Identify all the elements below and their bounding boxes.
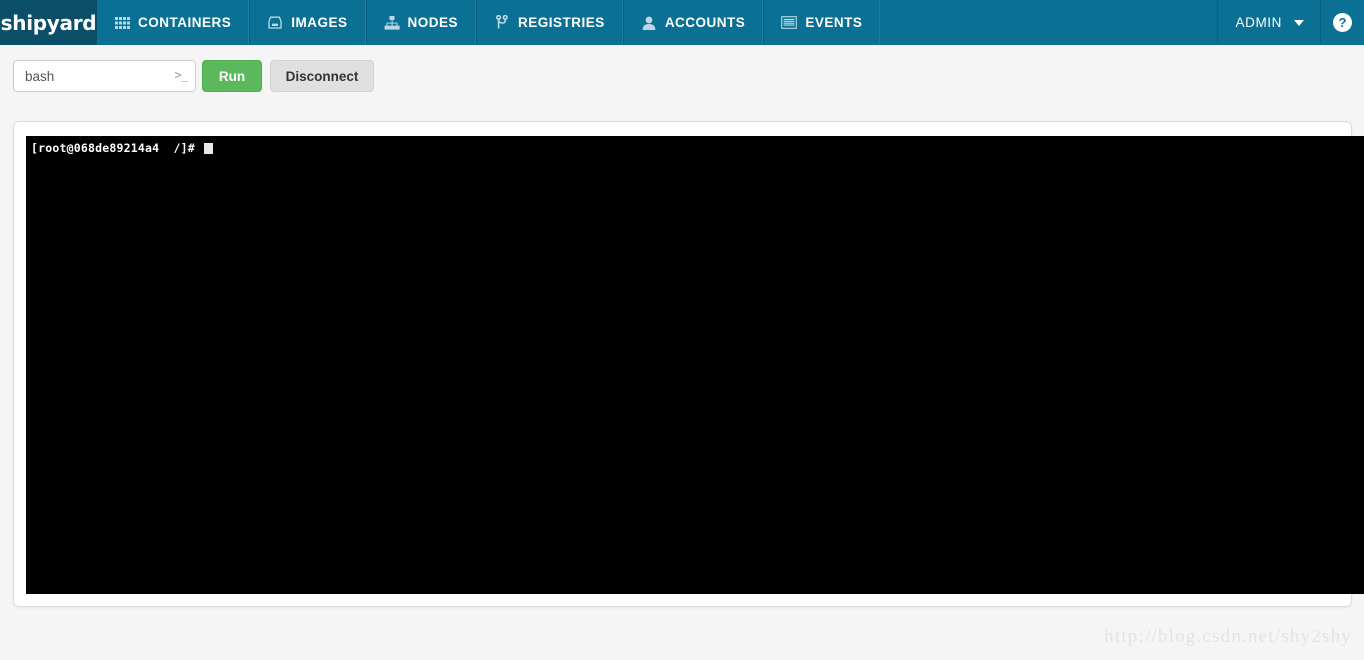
nav-item-label: IMAGES xyxy=(291,15,348,30)
nav-item-events[interactable]: EVENTS xyxy=(763,0,881,45)
code-fork-icon xyxy=(494,15,510,31)
user-icon xyxy=(641,15,657,31)
caret-down-icon xyxy=(1294,19,1304,26)
nav-right-group: ADMIN ? xyxy=(1216,0,1364,45)
admin-menu[interactable]: ADMIN xyxy=(1216,0,1321,45)
terminal-prompt: [root@068de89214a4 /]# xyxy=(31,141,195,155)
nav-item-nodes[interactable]: NODES xyxy=(365,0,477,45)
nav-item-label: NODES xyxy=(407,15,459,30)
primary-nav: CONTAINERS IMAGES NODES REGISTRIES ACCOU… xyxy=(97,0,881,45)
terminal-output[interactable]: [root@068de89214a4 /]# xyxy=(26,136,1364,594)
list-icon xyxy=(781,15,798,31)
grid-icon xyxy=(114,15,130,31)
nav-item-label: REGISTRIES xyxy=(518,15,605,30)
hard-drive-icon xyxy=(267,15,283,31)
sitemap-icon xyxy=(384,15,400,31)
brand-logo[interactable]: shipyard xyxy=(0,0,97,45)
console-toolbar: >_ Run Disconnect xyxy=(0,45,1364,111)
nav-item-accounts[interactable]: ACCOUNTS xyxy=(622,0,764,45)
terminal-cursor xyxy=(203,142,213,154)
terminal-line: [root@068de89214a4 /]# xyxy=(31,141,1364,155)
nav-item-images[interactable]: IMAGES xyxy=(249,0,366,45)
help-button[interactable]: ? xyxy=(1320,0,1364,45)
question-circle-icon: ? xyxy=(1333,13,1352,32)
nav-item-label: CONTAINERS xyxy=(138,15,232,30)
command-input-group: >_ xyxy=(13,60,196,92)
nav-item-label: EVENTS xyxy=(805,15,863,30)
command-input[interactable] xyxy=(13,60,196,92)
nav-item-registries[interactable]: REGISTRIES xyxy=(476,0,623,45)
run-button[interactable]: Run xyxy=(202,60,262,92)
watermark-text: http://blog.csdn.net/shy2shy xyxy=(1104,626,1352,647)
top-navbar: shipyard CONTAINERS IMAGES NODES REGISTR… xyxy=(0,0,1364,45)
nav-item-label: ACCOUNTS xyxy=(664,15,746,30)
nav-item-containers[interactable]: CONTAINERS xyxy=(97,0,250,45)
disconnect-button[interactable]: Disconnect xyxy=(270,60,374,92)
brand-logo-text: shipyard xyxy=(0,10,97,35)
admin-menu-label: ADMIN xyxy=(1235,15,1282,30)
